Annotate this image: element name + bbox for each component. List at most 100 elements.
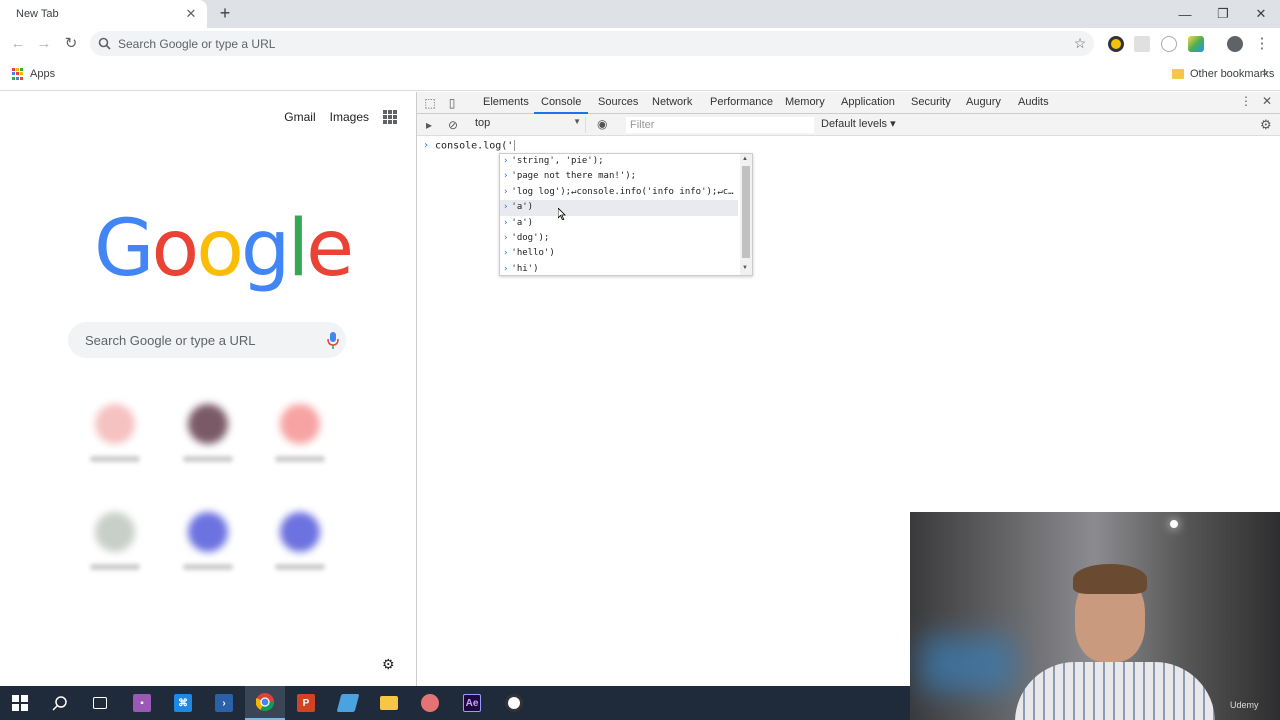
obs-app-icon[interactable] [494, 686, 534, 720]
extension-colorful-icon[interactable] [1188, 36, 1204, 52]
new-tab-page: Gmail Images Google Search Google or typ… [0, 92, 415, 686]
devtools-menu-icon[interactable]: ⋮ [1240, 94, 1252, 112]
shortcut-tile[interactable] [173, 404, 243, 474]
console-input[interactable]: console.log(' [435, 140, 516, 152]
tab-memory[interactable]: Memory [783, 92, 827, 114]
after-effects-app-icon[interactable]: Ae [452, 686, 492, 720]
mouse-cursor-icon [558, 208, 566, 220]
close-icon[interactable]: ✕ [183, 6, 199, 22]
tab-performance[interactable]: Performance [708, 92, 775, 114]
suggestion-item[interactable]: ›'string', 'pie'); [500, 154, 738, 169]
microphone-icon[interactable] [320, 331, 346, 349]
minimize-icon[interactable]: — [1166, 0, 1204, 28]
window-close-icon[interactable]: ✕ [1242, 0, 1280, 28]
bookmark-star-icon[interactable]: ☆ [1066, 35, 1094, 52]
logo-letter: g [240, 204, 290, 294]
restore-icon[interactable]: ❐ [1204, 0, 1242, 28]
chrome-app-icon[interactable] [245, 686, 285, 720]
suggestion-item[interactable]: ›'hi') [500, 262, 738, 275]
show-sidebar-icon[interactable]: ▸ [421, 117, 437, 133]
shortcut-icon [188, 404, 228, 444]
tab-security[interactable]: Security [909, 92, 953, 114]
tab-console[interactable]: Console [534, 92, 589, 114]
google-search-input[interactable]: Search Google or type a URL [68, 322, 346, 358]
shortcut-tile[interactable] [265, 404, 335, 474]
console-prompt[interactable]: › console.log(' [423, 140, 516, 152]
suggestion-item-selected[interactable]: ›'a') [500, 200, 738, 216]
powershell-app-icon[interactable]: › [204, 686, 244, 720]
windows-start-icon[interactable] [0, 686, 40, 720]
console-filter-input[interactable]: Filter [626, 117, 814, 133]
suggestion-text: 'dog'); [511, 232, 550, 243]
scroll-up-icon[interactable]: ▲ [742, 156, 748, 162]
task-view-icon[interactable] [80, 686, 120, 720]
console-toolbar: ▸ ⊘ top ▼ ◉ Filter Default levels ▾ ⚙ [417, 114, 1280, 136]
tab-strip: New Tab ✕ + — ❐ ✕ [0, 0, 1280, 28]
clear-console-icon[interactable]: ⊘ [445, 117, 461, 133]
webcam-overlay: Udemy [910, 512, 1280, 720]
scrollbar-thumb[interactable] [742, 166, 750, 258]
other-bookmarks[interactable]: Other bookmarks [1172, 68, 1274, 80]
suggestion-text: 'a') [511, 217, 534, 228]
apps-bookmark[interactable]: Apps [12, 68, 55, 80]
shortcut-icon [280, 512, 320, 552]
apps-label: Apps [30, 68, 56, 80]
new-tab-icon[interactable]: + [216, 3, 234, 23]
tab-sources[interactable]: Sources [596, 92, 640, 114]
google-apps-icon[interactable] [383, 110, 397, 124]
tab-elements[interactable]: Elements [481, 92, 531, 114]
context-selector[interactable]: top ▼ [471, 117, 586, 133]
levels-label: Default levels [821, 118, 888, 130]
profile-avatar-icon[interactable] [1227, 36, 1243, 52]
bookmarks-overflow-icon[interactable]: » [1262, 67, 1268, 79]
forward-arrow-icon[interactable]: → [34, 33, 54, 53]
inspect-element-icon[interactable]: ⬚ [422, 95, 438, 111]
scroll-down-icon[interactable]: ▼ [742, 265, 748, 271]
customize-gear-icon[interactable]: ⚙ [382, 656, 395, 673]
tab-audits[interactable]: Audits [1016, 92, 1051, 114]
powerpoint-app-icon[interactable]: P [286, 686, 326, 720]
tab-new-tab[interactable]: New Tab ✕ [0, 0, 207, 28]
app-icon[interactable] [328, 686, 368, 720]
shortcut-tile[interactable] [265, 512, 335, 582]
search-placeholder: Search Google or type a URL [85, 332, 256, 348]
shortcut-icon [188, 512, 228, 552]
paint-app-icon[interactable] [410, 686, 450, 720]
address-bar[interactable]: Search Google or type a URL ☆ [90, 31, 1094, 56]
back-arrow-icon[interactable]: ← [8, 33, 28, 53]
tab-application[interactable]: Application [839, 92, 897, 114]
vscode-app-icon[interactable]: ⌘ [163, 686, 203, 720]
devtools-close-icon[interactable]: ✕ [1262, 94, 1272, 112]
shortcut-label [90, 564, 140, 570]
console-settings-gear-icon[interactable]: ⚙ [1260, 117, 1272, 133]
extension-icon[interactable] [1161, 36, 1177, 52]
suggestion-scrollbar[interactable]: ▲ ▼ [740, 154, 752, 275]
shortcut-tile[interactable] [80, 512, 150, 582]
suggestion-item[interactable]: ›'log log');↵console.info('info info');↵… [500, 185, 738, 200]
tab-augury[interactable]: Augury [964, 92, 1003, 114]
suggestion-item[interactable]: ›'hello') [500, 246, 738, 261]
log-levels-dropdown[interactable]: Default levels ▾ [821, 117, 896, 130]
images-link[interactable]: Images [330, 110, 369, 124]
search-taskbar-icon[interactable] [40, 686, 80, 720]
suggestion-text: 'log log');↵console.info('info info');↵c… [511, 186, 738, 197]
reload-icon[interactable]: ↻ [61, 33, 81, 53]
gmail-link[interactable]: Gmail [284, 110, 315, 124]
live-expression-eye-icon[interactable]: ◉ [597, 117, 607, 131]
extension-moon-icon[interactable] [1108, 36, 1124, 52]
shortcut-tile[interactable] [80, 404, 150, 474]
autocomplete-dropdown: ›'string', 'pie'); ›'page not there man!… [499, 153, 753, 276]
logo-letter: o [151, 204, 199, 294]
tab-network[interactable]: Network [650, 92, 694, 114]
onenote-app-icon[interactable]: ▪ [122, 686, 162, 720]
device-toolbar-icon[interactable]: ▯ [444, 95, 460, 111]
extension-cast-icon[interactable] [1134, 36, 1150, 52]
suggestion-item[interactable]: ›'a') [500, 216, 738, 231]
shortcut-tile[interactable] [173, 512, 243, 582]
dropdown-arrow-icon: ▼ [573, 117, 581, 126]
suggestion-item[interactable]: ›'dog'); [500, 231, 738, 246]
menu-kebab-icon[interactable]: ⋮ [1252, 33, 1272, 53]
file-explorer-icon[interactable] [369, 686, 409, 720]
suggestion-item[interactable]: ›'page not there man!'); [500, 169, 738, 184]
suggestion-text: 'hi') [511, 263, 539, 274]
